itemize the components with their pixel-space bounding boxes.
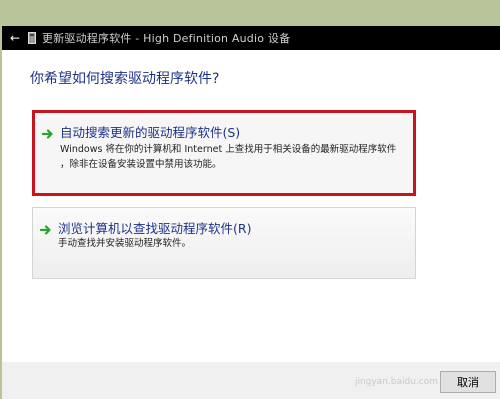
back-arrow-icon[interactable]: ← <box>4 26 26 50</box>
title-bar: ← 更新驱动程序软件 - High Definition Audio 设备 <box>2 26 500 50</box>
auto-search-option[interactable]: 自动搜索更新的驱动程序软件(S) Windows 将在你的计算机和 Intern… <box>32 110 416 196</box>
green-arrow-icon <box>39 221 52 235</box>
auto-search-desc-line2: ，除非在设备安装设置中禁用该功能。 <box>60 159 222 170</box>
browse-desc-line1: 手动查找并安装驱动程序软件。 <box>58 238 192 249</box>
cancel-button[interactable]: 取消 <box>440 371 496 393</box>
watermark-text: jingyan.baidu.com <box>354 377 438 387</box>
browse-computer-description: 手动查找并安装驱动程序软件。 <box>58 236 408 251</box>
green-arrow-icon <box>41 125 54 139</box>
window-title: 更新驱动程序软件 - High Definition Audio 设备 <box>42 32 291 45</box>
browse-computer-option[interactable]: 浏览计算机以查找驱动程序软件(R) 手动查找并安装驱动程序软件。 <box>32 207 416 279</box>
browse-computer-title: 浏览计算机以查找驱动程序软件(R) <box>58 221 252 236</box>
dialog-footer: jingyan.baidu.com 取消 <box>2 362 500 399</box>
device-icon <box>26 31 38 45</box>
auto-search-title: 自动搜索更新的驱动程序软件(S) <box>60 125 241 140</box>
auto-search-desc-line1: Windows 将在你的计算机和 Internet 上查找用于相关设备的最新驱动… <box>60 144 397 155</box>
search-question-heading: 你希望如何搜索驱动程序软件? <box>30 71 220 87</box>
auto-search-description: Windows 将在你的计算机和 Internet 上查找用于相关设备的最新驱动… <box>60 142 410 172</box>
